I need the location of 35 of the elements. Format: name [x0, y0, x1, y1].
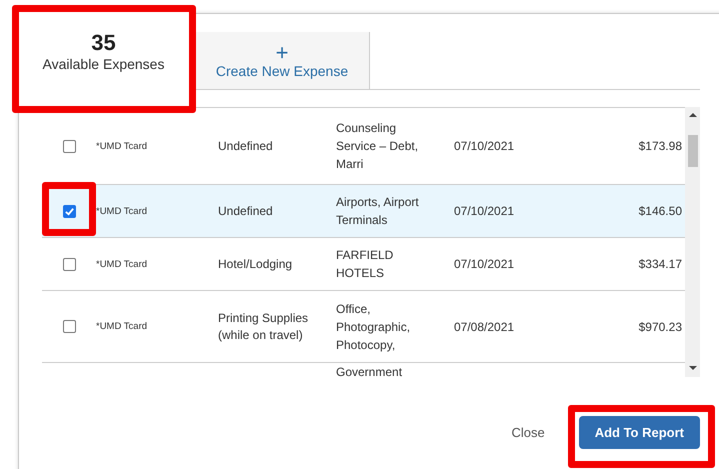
table-row[interactable]: *UMD Tcard Printing Supplies (while on travel) Office, Photographic, Photocopy, 07/08/2021 $970.23 [42, 291, 685, 363]
checkbox[interactable] [62, 320, 76, 333]
table-cell: 07/10/2021 [454, 139, 514, 153]
table-cell-text: Counseling Service – Debt, Marri [336, 120, 420, 173]
table-cell: Hotel/Lodging [218, 256, 292, 270]
checkbox[interactable] [62, 204, 76, 218]
table-cell: $173.98 [638, 139, 682, 153]
scroll-thumb[interactable] [688, 135, 698, 167]
table-cell: Undefined [218, 138, 273, 152]
scroll-down-icon[interactable] [688, 365, 696, 371]
scrollbar[interactable] [685, 107, 700, 377]
table-cell: $970.23 [638, 320, 682, 334]
tab[interactable]: + Create New Expense [195, 32, 370, 90]
table-cell: Printing Supplies (while on travel) [218, 310, 308, 342]
table-cell: $334.17 [638, 257, 682, 271]
add-button[interactable]: Add To Report [578, 416, 700, 449]
table-cell-text: FARFIELD HOTELS [336, 247, 394, 282]
checkbox[interactable] [62, 140, 76, 152]
scroll-up-icon[interactable] [688, 112, 696, 118]
selected-row[interactable]: *UMD Tcard Undefined Airports, Airport Terminals 07/10/2021 $146.50 [42, 185, 685, 238]
table-cell-text: Office, Photographic, Photocopy, [336, 300, 412, 354]
table-cell: *UMD Tcard [96, 140, 148, 152]
table-cell-text: Government [336, 364, 404, 377]
checkbox[interactable] [62, 258, 76, 270]
table-cell: 07/10/2021 [454, 257, 514, 271]
table-cell: 07/10/2021 [454, 204, 514, 218]
table-cell: *UMD Tcard [96, 258, 148, 270]
table-cell: Undefined [218, 204, 273, 218]
table-cell: $146.50 [638, 204, 682, 218]
close-button[interactable]: Close [505, 424, 551, 441]
table-cell-text: Airports, Airport Terminals [336, 194, 420, 229]
table-cell: 07/08/2021 [454, 320, 514, 334]
table-row[interactable]: *UMD Tcard Hotel/Lodging FARFIELD HOTELS 07/10/2021 $334.17 [42, 238, 685, 291]
table-cell: *UMD Tcard [96, 206, 148, 216]
table-cell: *UMD Tcard [96, 321, 148, 332]
